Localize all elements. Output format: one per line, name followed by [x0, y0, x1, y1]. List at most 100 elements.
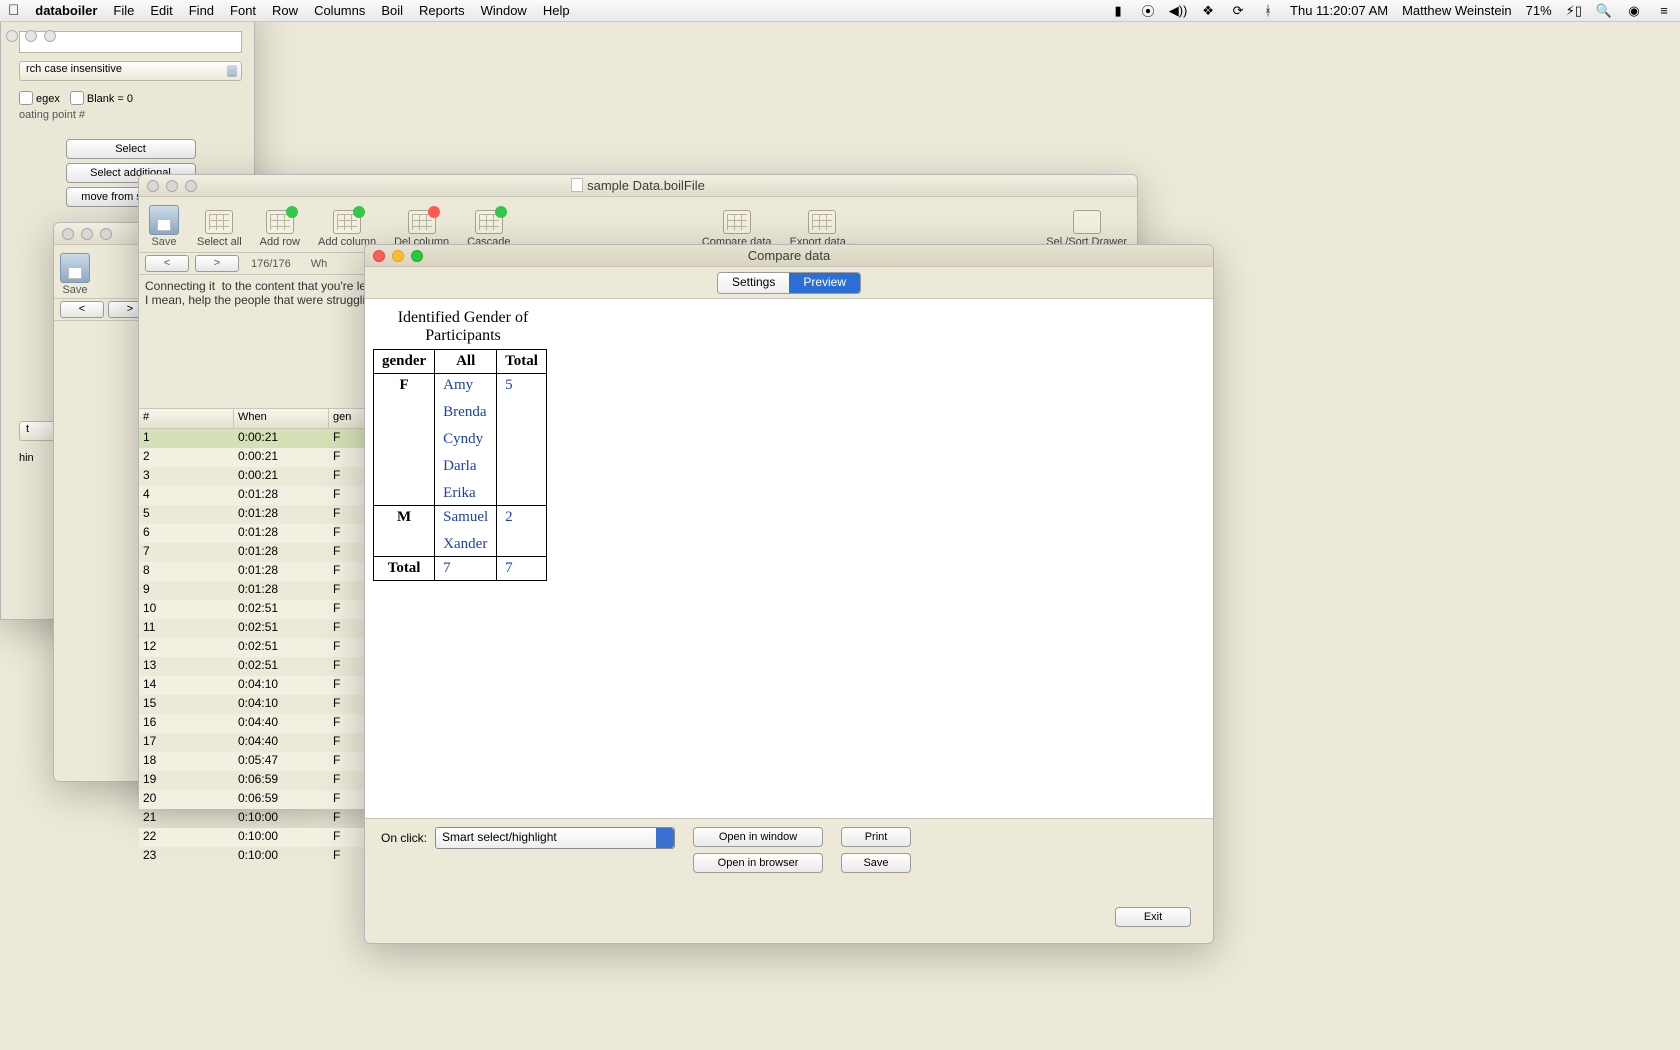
participant-link[interactable]: Erika [443, 485, 488, 502]
chevron-updown-icon [656, 828, 674, 848]
siri-icon[interactable]: ◉ [1626, 3, 1642, 19]
cell-when: 0:01:28 [234, 543, 329, 562]
cell-when: 0:10:00 [234, 809, 329, 828]
grid-icon [333, 210, 361, 234]
cell-when: 0:02:51 [234, 600, 329, 619]
menu-reports[interactable]: Reports [419, 3, 465, 18]
cell-when: 0:00:21 [234, 429, 329, 448]
cell-when: 0:10:00 [234, 828, 329, 847]
count-cell[interactable]: 2 [497, 506, 547, 557]
close-icon[interactable] [62, 228, 74, 240]
menu-columns[interactable]: Columns [314, 3, 365, 18]
zoom-icon[interactable] [44, 30, 56, 42]
nav-forward-button[interactable]: > [195, 255, 239, 272]
save-label: Save [62, 284, 87, 296]
cell-when: 0:04:10 [234, 695, 329, 714]
participant-link[interactable]: Cyndy [443, 431, 488, 448]
minimize-icon[interactable] [25, 30, 37, 42]
cascade-button[interactable]: Cascade [467, 210, 510, 248]
volume-icon[interactable]: ◀)) [1170, 3, 1186, 19]
zoom-icon[interactable] [100, 228, 112, 240]
participant-link[interactable]: Xander [443, 536, 488, 553]
participant-link[interactable]: Samuel [443, 509, 488, 526]
bluetooth-icon[interactable]: ᚼ [1260, 3, 1276, 19]
cell-when: 0:06:59 [234, 771, 329, 790]
col-when[interactable]: When [234, 409, 329, 428]
save-button[interactable]: Save [841, 853, 911, 873]
tab-settings[interactable]: Settings [718, 273, 789, 293]
cell-num: 4 [139, 486, 234, 505]
menu-help[interactable]: Help [543, 3, 570, 18]
exit-button[interactable]: Exit [1115, 907, 1191, 927]
menu-edit[interactable]: Edit [150, 3, 172, 18]
wifi-icon[interactable]: ⦿ [1140, 3, 1156, 19]
menu-find[interactable]: Find [189, 3, 214, 18]
compare-data-button[interactable]: Compare data [702, 210, 772, 248]
add-row-button[interactable]: Add row [260, 210, 300, 248]
menu-window[interactable]: Window [481, 3, 527, 18]
apple-menu-icon[interactable]:  [8, 2, 19, 19]
minus-badge-icon [428, 206, 440, 218]
open-in-window-button[interactable]: Open in window [693, 827, 823, 847]
count-cell[interactable]: 5 [497, 374, 547, 506]
save-button[interactable]: Save [60, 253, 90, 296]
menubar-user[interactable]: Matthew Weinstein [1402, 3, 1512, 18]
nav-back-button[interactable]: < [60, 301, 104, 318]
menu-font[interactable]: Font [230, 3, 256, 18]
preview-area[interactable]: Identified Gender of Participants gender… [365, 299, 1213, 819]
cell-when: 0:06:59 [234, 790, 329, 809]
participant-link[interactable]: Brenda [443, 404, 488, 421]
menu-file[interactable]: File [113, 3, 134, 18]
cell-when: 0:01:28 [234, 505, 329, 524]
main-titlebar[interactable]: sample Data.boilFile [139, 175, 1137, 197]
add-column-button[interactable]: Add column [318, 210, 376, 248]
menubar-battery[interactable]: 71% [1526, 3, 1552, 18]
search-mode-dropdown[interactable]: rch case insensitive [19, 61, 242, 81]
select-all-button[interactable]: Select all [197, 210, 242, 248]
del-column-button[interactable]: Del column [394, 210, 449, 248]
names-cell: Amy Brenda Cyndy Darla Erika [435, 374, 497, 506]
minimize-icon[interactable] [81, 228, 93, 240]
cell-num: 6 [139, 524, 234, 543]
menu-boil[interactable]: Boil [381, 3, 403, 18]
menu-row[interactable]: Row [272, 3, 298, 18]
notification-center-icon[interactable]: ≡ [1656, 3, 1672, 19]
total-all[interactable]: 7 [435, 557, 497, 581]
grid-icon [475, 210, 503, 234]
sel-sort-drawer-button[interactable]: Sel./Sort Drawer [1046, 210, 1127, 248]
save-label: Save [151, 236, 176, 248]
participant-link[interactable]: Amy [443, 377, 488, 394]
cell-num: 18 [139, 752, 234, 771]
preview-table: gender All Total FAmyBrendaCyndyDarlaEri… [373, 349, 547, 581]
select-button[interactable]: Select [66, 139, 196, 159]
spotlight-icon[interactable]: 🔍 [1596, 3, 1612, 19]
dropbox-icon[interactable]: ❖ [1200, 3, 1216, 19]
compare-titlebar[interactable]: Compare data [365, 245, 1213, 267]
tab-preview[interactable]: Preview [789, 273, 860, 293]
regex-checkbox[interactable] [19, 91, 33, 105]
open-in-browser-button[interactable]: Open in browser [693, 853, 823, 873]
nav-back-button[interactable]: < [145, 255, 189, 272]
facetime-icon[interactable]: ▮ [1110, 3, 1126, 19]
battery-icon[interactable]: ⚡︎▯ [1566, 3, 1582, 19]
participant-link[interactable]: Darla [443, 458, 488, 475]
total-total[interactable]: 7 [497, 557, 547, 581]
cell-num: 10 [139, 600, 234, 619]
drawer-icon [1073, 210, 1101, 234]
close-icon[interactable] [6, 30, 18, 42]
cell-num: 17 [139, 733, 234, 752]
app-name[interactable]: databoiler [35, 3, 97, 18]
cell-num: 1 [139, 429, 234, 448]
export-data-button[interactable]: Export data... [790, 210, 855, 248]
onclick-action-dropdown[interactable]: Smart select/highlight [435, 827, 675, 849]
window-title: sample Data.boilFile [587, 178, 705, 193]
print-button[interactable]: Print [841, 827, 911, 847]
blank-checkbox[interactable] [70, 91, 84, 105]
plus-badge-icon [353, 206, 365, 218]
compare-tabbar: Settings Preview [365, 267, 1213, 299]
cell-num: 15 [139, 695, 234, 714]
save-button[interactable]: Save [149, 205, 179, 248]
sync-icon[interactable]: ⟳ [1230, 3, 1246, 19]
col-num[interactable]: # [139, 409, 234, 428]
menubar-clock[interactable]: Thu 11:20:07 AM [1290, 3, 1388, 18]
